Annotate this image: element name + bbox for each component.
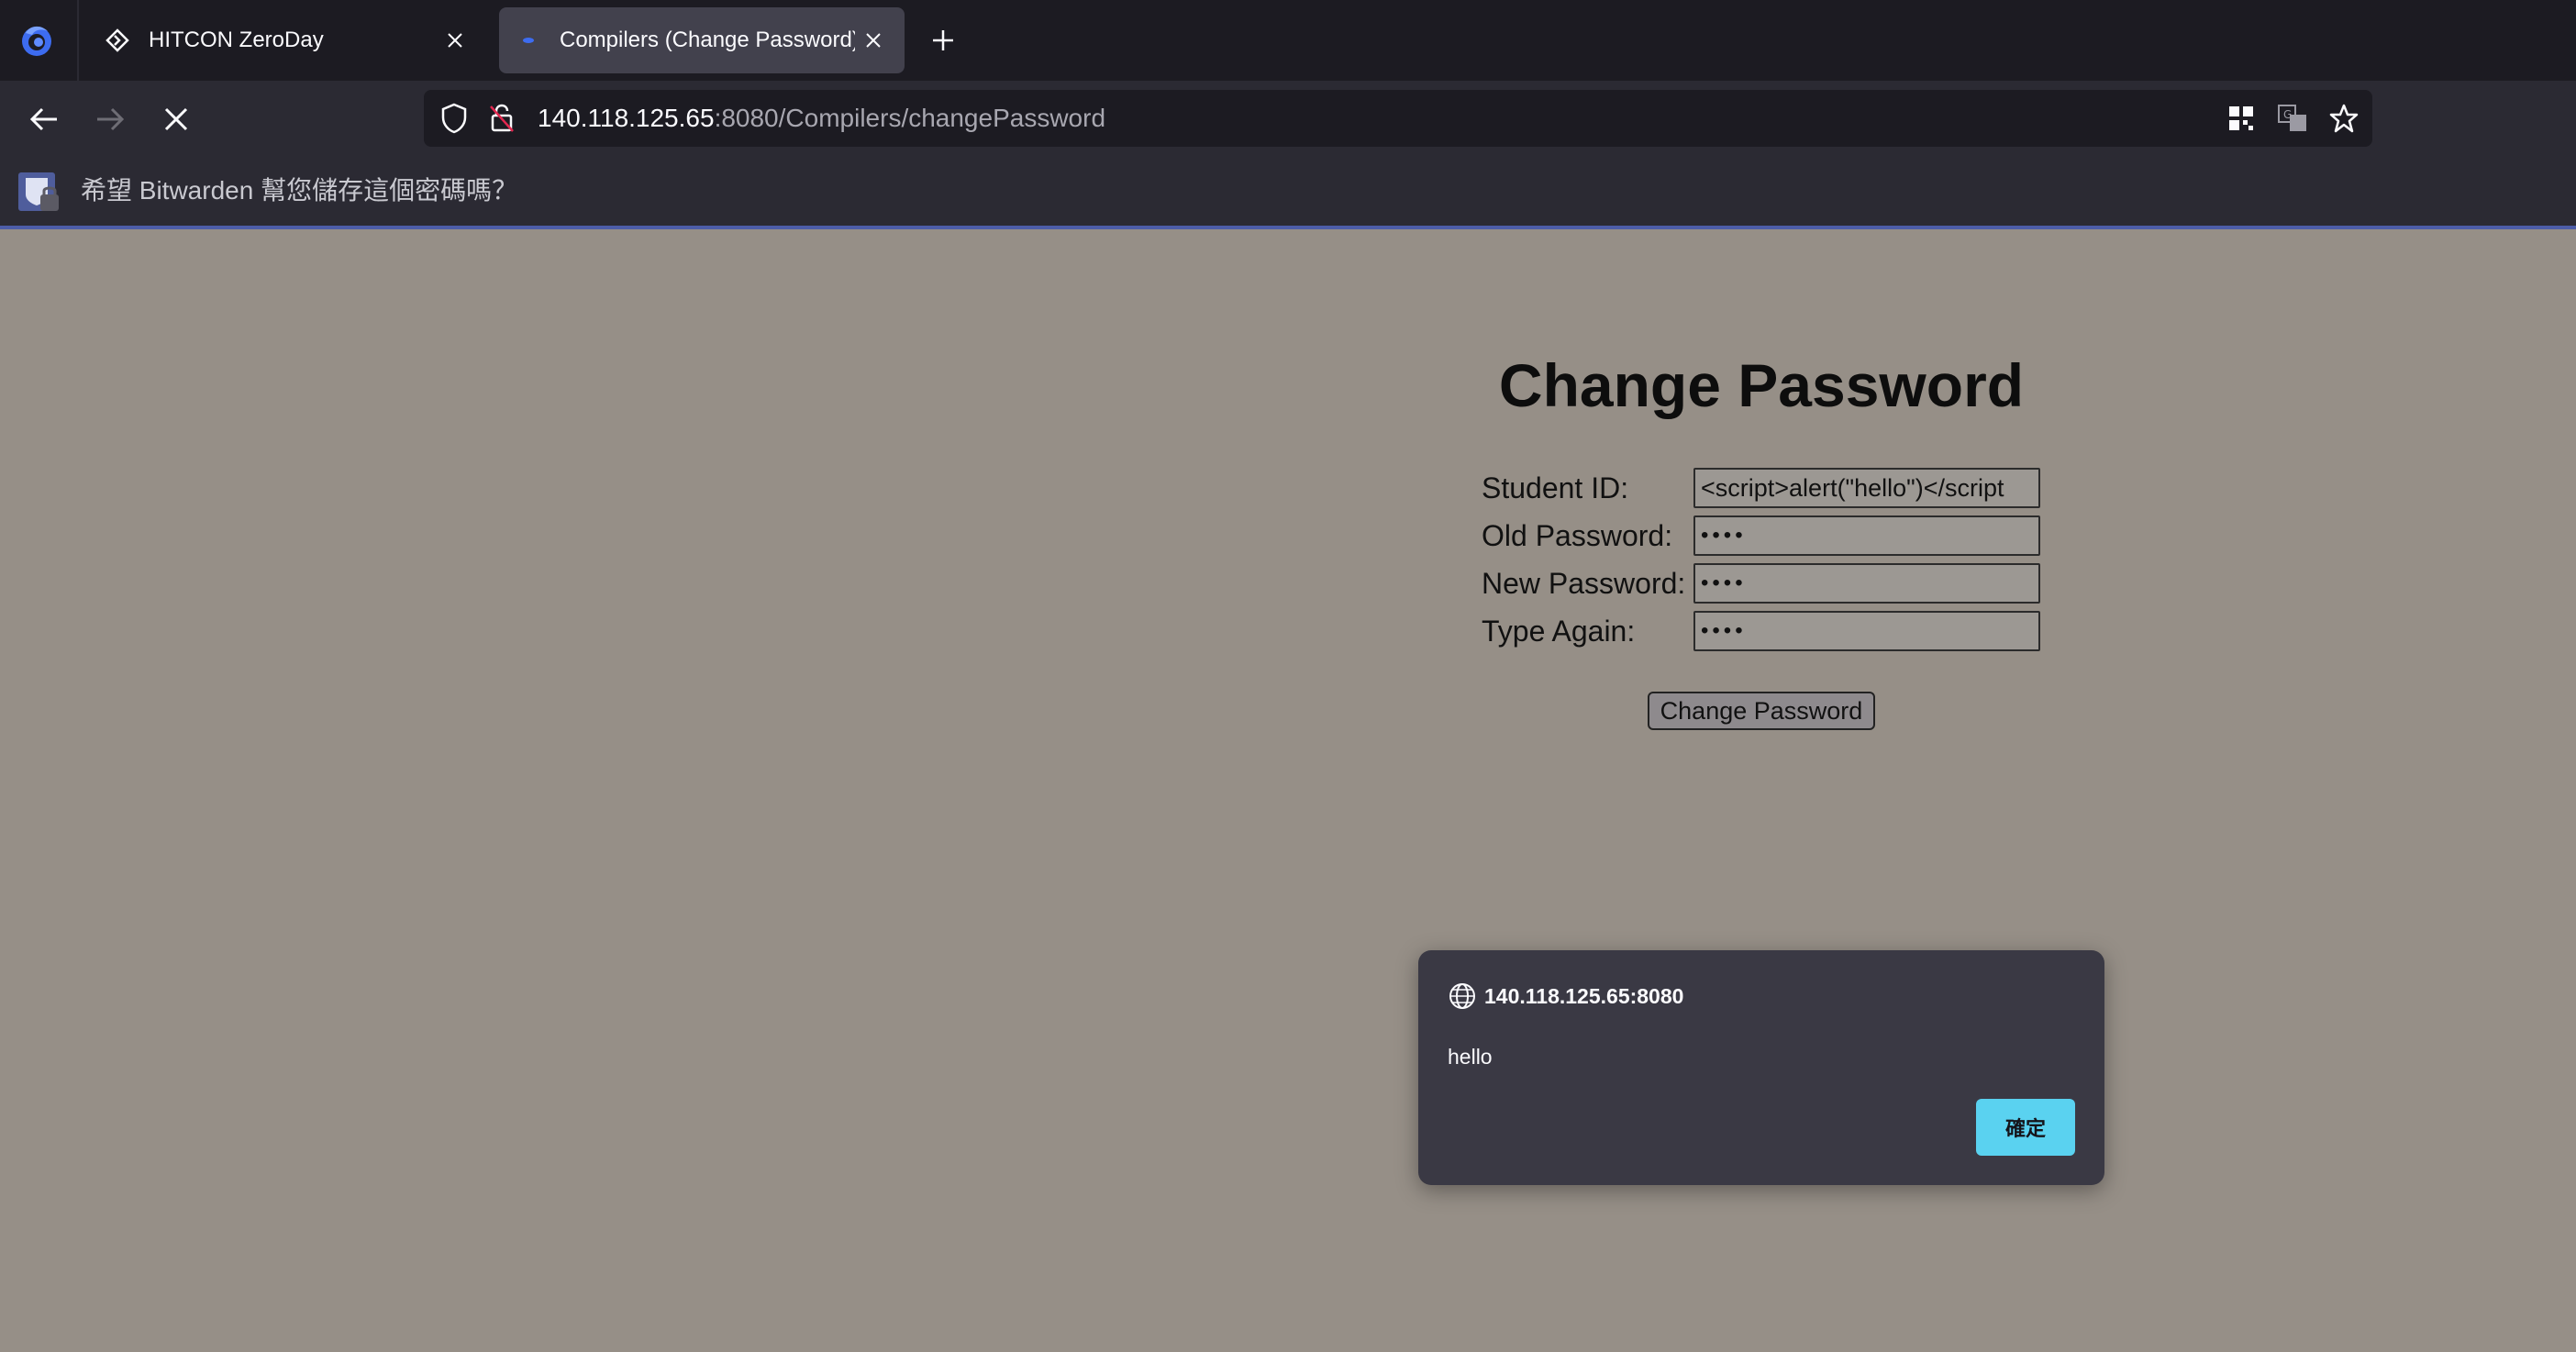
- dialog-origin: 140.118.125.65:8080: [1484, 984, 1684, 1008]
- bitwarden-icon: [18, 172, 59, 211]
- type-again-label: Type Again:: [1482, 615, 1636, 648]
- close-tab-icon[interactable]: [855, 22, 892, 59]
- url-path: :8080/Compilers/changePassword: [714, 104, 1106, 132]
- firefox-menu-icon[interactable]: [17, 20, 57, 61]
- tab-title: HITCON ZeroDay: [149, 28, 324, 52]
- tab-title: Compilers (Change Password): [560, 28, 855, 52]
- close-tab-icon[interactable]: [437, 22, 473, 59]
- old-password-input[interactable]: [1693, 515, 2040, 556]
- insecure-lock-icon[interactable]: [484, 101, 519, 136]
- new-password-row: New Password:: [1482, 563, 2041, 604]
- url-bar[interactable]: 140.118.125.65:8080/Compilers/changePass…: [424, 90, 2372, 147]
- new-password-input[interactable]: [1693, 563, 2040, 604]
- student-id-row: Student ID:: [1482, 468, 2041, 508]
- tab-separator: [77, 0, 79, 81]
- qr-code-icon[interactable]: [2224, 101, 2259, 136]
- student-id-input[interactable]: [1693, 468, 2040, 508]
- tab-hitcon-zeroday[interactable]: HITCON ZeroDay: [88, 7, 486, 73]
- navigation-toolbar: 140.118.125.65:8080/Compilers/changePass…: [0, 81, 2576, 156]
- new-password-label: New Password:: [1482, 567, 1686, 600]
- change-password-button[interactable]: Change Password: [1648, 692, 1875, 730]
- old-password-label: Old Password:: [1482, 519, 1673, 552]
- url-host: 140.118.125.65: [538, 104, 715, 132]
- old-password-row: Old Password:: [1482, 515, 2041, 556]
- type-again-input[interactable]: [1693, 611, 2040, 651]
- page-dot-favicon-icon: [514, 26, 543, 55]
- tab-strip: HITCON ZeroDay Compilers (Change Passwor…: [0, 0, 2576, 81]
- back-arrow-icon[interactable]: [22, 97, 66, 141]
- shield-icon[interactable]: [437, 101, 472, 136]
- bitwarden-notification-bar: 希望 Bitwarden 幫您儲存這個密碼嗎？: [0, 156, 2576, 229]
- forward-arrow-icon[interactable]: [88, 97, 132, 141]
- bookmark-star-icon[interactable]: [2326, 101, 2361, 136]
- student-id-label: Student ID:: [1482, 471, 1629, 504]
- hitcon-zeroday-favicon-icon: [103, 26, 132, 55]
- type-again-row: Type Again:: [1482, 611, 2041, 651]
- svg-text:G: G: [2283, 108, 2292, 121]
- tab-compilers-change-password[interactable]: Compilers (Change Password): [499, 7, 905, 73]
- globe-icon: [1449, 983, 1475, 1009]
- page-content: Change Password Student ID: Old Password…: [0, 233, 2576, 1352]
- translate-icon[interactable]: G: [2275, 101, 2310, 136]
- bitwarden-save-prompt: 希望 Bitwarden 幫您儲存這個密碼嗎？: [81, 176, 518, 205]
- stop-loading-icon[interactable]: [154, 97, 198, 141]
- dialog-message: hello: [1448, 1045, 1493, 1069]
- dialog-ok-button[interactable]: 確定: [1976, 1099, 2075, 1156]
- page-title: Change Password: [1498, 351, 2025, 419]
- url-text[interactable]: 140.118.125.65:8080/Compilers/changePass…: [538, 90, 1105, 147]
- alert-dialog: 140.118.125.65:8080 hello 確定: [1418, 950, 2104, 1185]
- new-tab-plus-icon[interactable]: [923, 20, 963, 61]
